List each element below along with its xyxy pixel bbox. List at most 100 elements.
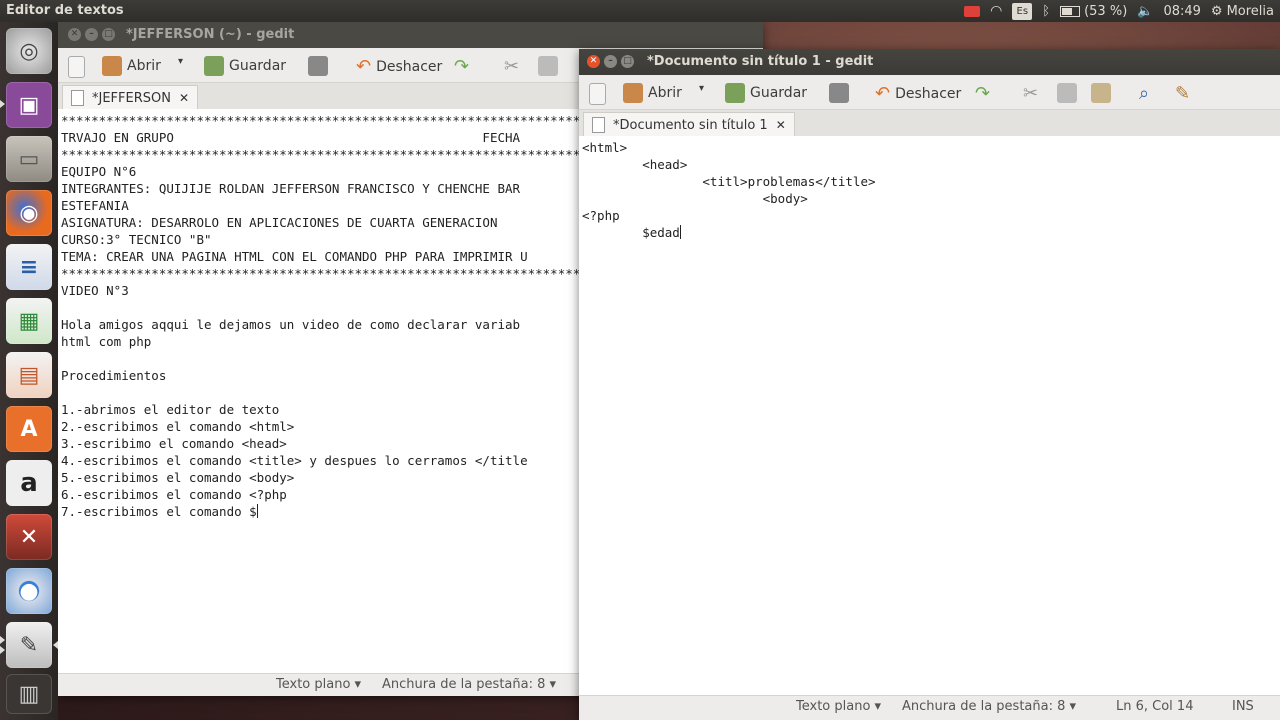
cursor-position: Ln 6, Col 14: [1116, 699, 1194, 714]
session-menu[interactable]: ⚙ Morelia: [1211, 4, 1274, 19]
calc-icon[interactable]: ▦: [6, 298, 52, 344]
camera-icon[interactable]: [964, 5, 981, 17]
undo-icon: ↶: [875, 83, 891, 104]
minimize-button[interactable]: –: [604, 55, 617, 68]
editor-line: 6.-escribimos el comando <?php: [61, 487, 287, 502]
recent-dropdown[interactable]: ▾: [699, 83, 704, 94]
window-titlebar[interactable]: ✕ – □ *JEFFERSON (~) - gedit: [58, 22, 763, 48]
editor-line: $edad: [582, 225, 681, 240]
new-button[interactable]: [589, 83, 606, 105]
document-icon: [592, 117, 605, 133]
app-title: Editor de textos: [6, 3, 124, 18]
text-caret: [256, 504, 258, 518]
folder-icon: [623, 83, 643, 103]
window-title: *JEFFERSON (~) - gedit: [126, 27, 295, 42]
gedit-icon[interactable]: ✎: [6, 622, 52, 668]
document-icon: [71, 90, 84, 106]
search-icon: ⌕: [1139, 83, 1150, 104]
maximize-button[interactable]: □: [102, 28, 115, 41]
insert-mode: INS: [1232, 699, 1254, 714]
editor-line: <html>: [582, 140, 628, 155]
save-label: Guardar: [750, 85, 808, 101]
copy-button[interactable]: [1057, 83, 1077, 103]
undo-label: Deshacer: [376, 58, 443, 75]
settings-icon[interactable]: ✕: [6, 514, 52, 560]
editor-line: 5.-escribimos el comando <body>: [61, 470, 295, 485]
battery-indicator[interactable]: (53 %): [1060, 4, 1127, 19]
tab-untitled[interactable]: *Documento sin título 1 ✕: [583, 112, 795, 137]
minimize-button[interactable]: –: [85, 28, 98, 41]
text-caret: [679, 225, 681, 239]
replace-icon: ✎: [1175, 83, 1191, 104]
video-icon[interactable]: ▣: [6, 82, 52, 128]
wifi-icon[interactable]: ◠: [990, 3, 1002, 19]
printer-icon: [829, 83, 849, 103]
software-center-icon[interactable]: A: [6, 406, 52, 452]
cut-button[interactable]: ✂: [504, 56, 519, 77]
print-button[interactable]: [308, 56, 328, 76]
print-button[interactable]: [829, 83, 849, 103]
new-button[interactable]: [68, 56, 85, 78]
find-button[interactable]: ⌕: [1139, 83, 1149, 104]
volume-icon[interactable]: 🔈: [1137, 4, 1153, 19]
files-icon[interactable]: ▭: [6, 136, 52, 182]
impress-icon[interactable]: ▤: [6, 352, 52, 398]
keyboard-layout[interactable]: Es: [1012, 2, 1033, 20]
close-tab-icon[interactable]: ✕: [776, 118, 786, 132]
bluetooth-icon[interactable]: ᛒ: [1042, 4, 1050, 19]
window-titlebar[interactable]: ✕ – □ *Documento sin título 1 - gedit: [579, 49, 1280, 75]
tab-width-selector[interactable]: Anchura de la pestaña: 8 ▾: [382, 677, 556, 692]
ubuntu-dash-icon[interactable]: ◎: [6, 28, 52, 74]
chromium-icon[interactable]: ●: [6, 568, 52, 614]
top-panel: Editor de textos ◠ Es ᛒ (53 %) 🔈 08:49 ⚙…: [0, 0, 1280, 22]
user-name: Morelia: [1226, 3, 1274, 19]
cut-button[interactable]: ✂: [1023, 83, 1038, 104]
new-document-icon: [68, 56, 85, 78]
replace-button[interactable]: ✎: [1175, 83, 1190, 104]
save-button[interactable]: Guardar: [725, 83, 807, 103]
save-icon: [725, 83, 745, 103]
copy-icon: [1057, 83, 1077, 103]
editor-line: CURSO:3° TECNICO "B": [61, 232, 212, 247]
save-button[interactable]: Guardar: [204, 56, 286, 76]
recent-dropdown[interactable]: ▾: [178, 56, 183, 67]
writer-icon[interactable]: ≡: [6, 244, 52, 290]
scissors-icon: ✂: [504, 56, 520, 77]
open-label: Abrir: [127, 58, 161, 74]
open-button[interactable]: Abrir: [102, 56, 161, 76]
close-button[interactable]: ✕: [68, 28, 81, 41]
undo-button[interactable]: ↶ Deshacer: [875, 83, 961, 104]
printer-icon: [308, 56, 328, 76]
indicators: ◠ Es ᛒ (53 %) 🔈 08:49 ⚙ Morelia: [964, 0, 1274, 22]
editor-line: TRVAJO EN GRUPO FECHA: [61, 130, 521, 145]
language-selector[interactable]: Texto plano ▾: [276, 677, 361, 692]
undo-button[interactable]: ↶ Deshacer: [356, 56, 442, 77]
tab-bar: *Documento sin título 1 ✕: [579, 110, 1280, 137]
launcher: ◎ ▣ ▭ ◉ ≡ ▦ ▤ A a ✕ ● ✎ ▥: [0, 22, 58, 720]
tab-width-selector[interactable]: Anchura de la pestaña: 8 ▾: [902, 699, 1076, 714]
open-button[interactable]: Abrir: [623, 83, 682, 103]
language-selector[interactable]: Texto plano ▾: [796, 699, 881, 714]
editor-line: INTEGRANTES: QUIJIJE ROLDAN JEFFERSON FR…: [61, 181, 521, 196]
amazon-icon[interactable]: a: [6, 460, 52, 506]
firefox-icon[interactable]: ◉: [6, 190, 52, 236]
folder-icon: [102, 56, 122, 76]
redo-button[interactable]: ↷: [454, 56, 469, 77]
close-tab-icon[interactable]: ✕: [179, 91, 189, 105]
text-editor[interactable]: <html> <head> <titl>problemas</title> <b…: [579, 136, 1280, 696]
copy-button[interactable]: [538, 56, 558, 76]
tab-jefferson[interactable]: *JEFFERSON ✕: [62, 85, 199, 110]
editor-line: 2.-escribimos el comando <html>: [61, 419, 295, 434]
close-button[interactable]: ✕: [587, 55, 600, 68]
paste-button[interactable]: [1091, 83, 1111, 103]
editor-line: 3.-escribimo el comando <head>: [61, 436, 287, 451]
redo-button[interactable]: ↷: [975, 83, 990, 104]
maximize-button[interactable]: □: [621, 55, 634, 68]
battery-icon: [1060, 5, 1081, 17]
clock[interactable]: 08:49: [1163, 4, 1200, 19]
editor-line: 4.-escribimos el comando <title> y despu…: [61, 453, 528, 468]
open-label: Abrir: [648, 85, 682, 101]
editor-line: EQUIPO N°6: [61, 164, 137, 179]
trash-icon[interactable]: ▥: [6, 674, 52, 714]
editor-line: ESTEFANIA: [61, 198, 129, 213]
